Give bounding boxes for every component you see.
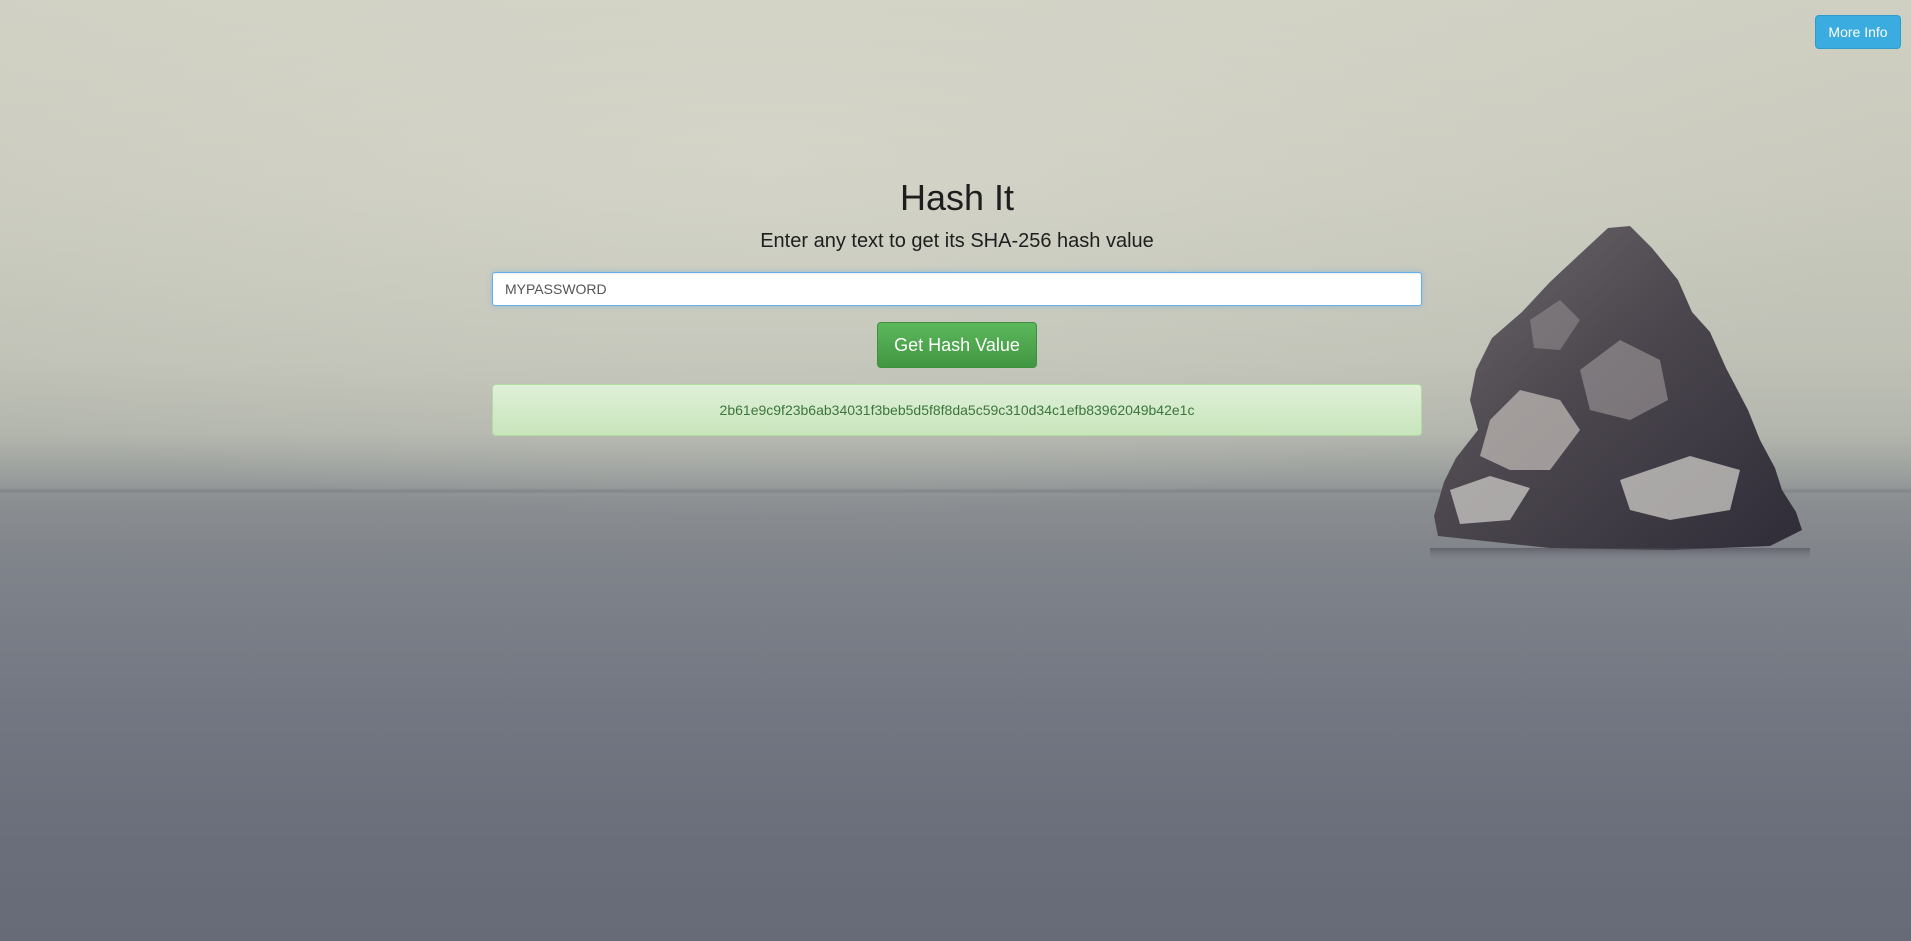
page-background: More Info Hash It Enter any text to get …	[0, 0, 1911, 941]
main-panel: Hash It Enter any text to get its SHA-25…	[492, 170, 1422, 436]
text-input[interactable]: MYPASSWORD	[492, 272, 1422, 306]
page-subtitle: Enter any text to get its SHA-256 hash v…	[760, 230, 1154, 252]
more-info-button[interactable]: More Info	[1815, 15, 1901, 49]
sea-rock-image	[1430, 226, 1810, 560]
hash-result: 2b61e9c9f23b6ab34031f3beb5d5f8f8da5c59c3…	[492, 384, 1422, 436]
page-title: Hash It	[899, 177, 1015, 218]
get-hash-button[interactable]: Get Hash Value	[877, 322, 1037, 368]
